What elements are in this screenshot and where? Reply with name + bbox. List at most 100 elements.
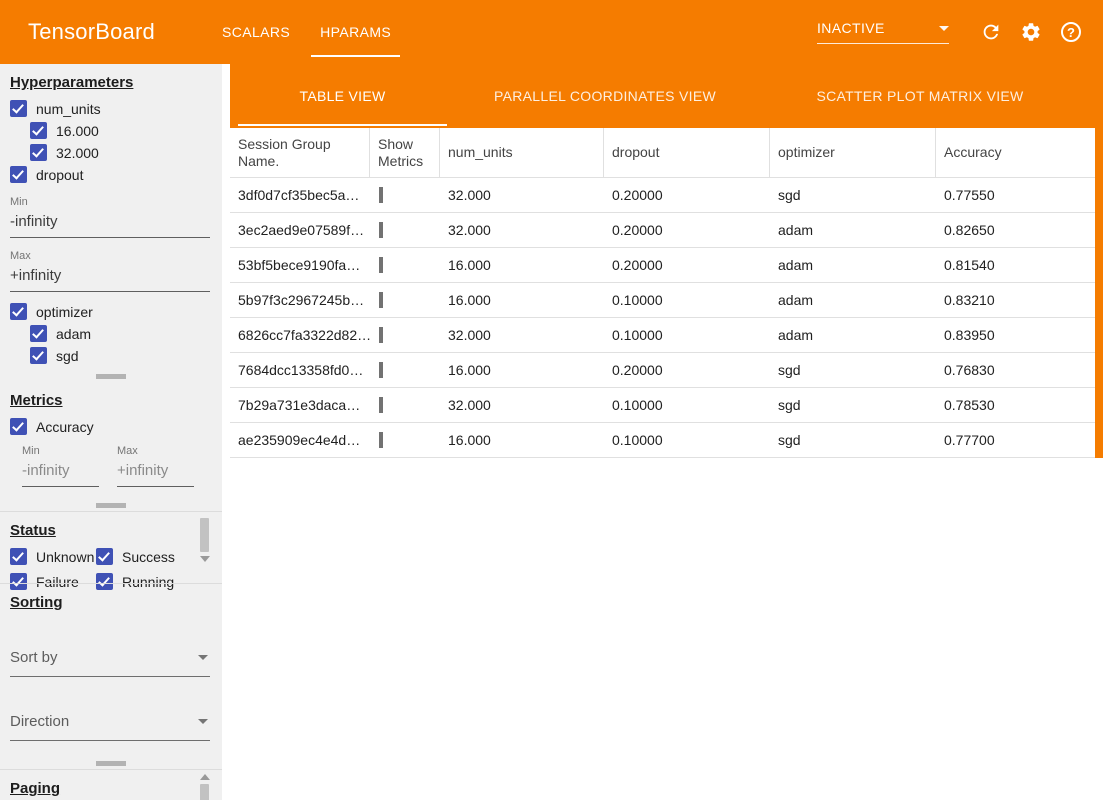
checkbox-status-unknown[interactable]: Unknown xyxy=(10,547,96,566)
checkbox-optimizer-sgd[interactable]: sgd xyxy=(30,346,212,365)
checkbox-num-units-32[interactable]: 32.000 xyxy=(30,143,212,162)
gear-icon[interactable] xyxy=(1019,20,1043,44)
dropout-min-input[interactable] xyxy=(10,208,210,238)
accuracy-label: Accuracy xyxy=(36,419,94,435)
show-metrics-checkbox[interactable] xyxy=(379,292,383,308)
checkbox-status-success[interactable]: Success xyxy=(96,547,202,566)
checkbox-dropout[interactable]: dropout xyxy=(10,165,212,184)
cell-show-metrics xyxy=(370,362,440,378)
cell-show-metrics xyxy=(370,222,440,238)
checkbox-optimizer-adam[interactable]: adam xyxy=(30,324,212,343)
table-row: 6826cc7fa3322d82… 32.000 0.10000 adam 0.… xyxy=(230,318,1095,353)
column-header-num-units[interactable]: num_units xyxy=(440,128,604,177)
cell-session-group-name: ae235909ec4e4d… xyxy=(230,432,370,448)
column-header-dropout[interactable]: dropout xyxy=(604,128,770,177)
cell-accuracy: 0.83210 xyxy=(936,292,1095,308)
show-metrics-checkbox[interactable] xyxy=(379,362,383,378)
metric-min-input[interactable] xyxy=(22,457,99,487)
checkbox-accuracy[interactable]: Accuracy xyxy=(10,417,212,436)
checkbox-checked-icon xyxy=(96,548,113,565)
cell-num-units: 16.000 xyxy=(440,362,604,378)
cell-session-group-name: 7684dcc13358fd0… xyxy=(230,362,370,378)
column-header-accuracy[interactable]: Accuracy xyxy=(936,128,1095,177)
cell-dropout: 0.20000 xyxy=(604,187,770,203)
metric-min-label: Min xyxy=(22,445,99,457)
run-status-dropdown[interactable]: INACTIVE xyxy=(817,20,949,44)
checkbox-num-units[interactable]: num_units xyxy=(10,99,212,118)
hyperparameters-heading: Hyperparameters xyxy=(10,74,212,91)
cell-dropout: 0.20000 xyxy=(604,222,770,238)
cell-dropout: 0.10000 xyxy=(604,432,770,448)
table-row: 7b29a731e3daca… 32.000 0.10000 sgd 0.785… xyxy=(230,388,1095,423)
section-resize-handle[interactable] xyxy=(0,757,222,769)
show-metrics-checkbox[interactable] xyxy=(379,432,383,448)
cell-session-group-name: 7b29a731e3daca… xyxy=(230,397,370,413)
scroll-up-icon[interactable] xyxy=(200,774,210,780)
tab-hparams[interactable]: HPARAMS xyxy=(305,0,406,64)
app-title: TensorBoard xyxy=(28,19,155,45)
view-tab-parallel-label: PARALLEL COORDINATES VIEW xyxy=(494,88,716,104)
checkbox-num-units-16[interactable]: 16.000 xyxy=(30,121,212,140)
cell-optimizer: adam xyxy=(770,327,936,343)
drag-handle-icon[interactable] xyxy=(96,761,126,766)
cell-optimizer: adam xyxy=(770,222,936,238)
optimizer-adam-label: adam xyxy=(56,326,91,342)
cell-show-metrics xyxy=(370,257,440,273)
drag-handle-icon[interactable] xyxy=(96,503,126,508)
metric-range-row: Min Max xyxy=(22,439,212,487)
paging-scrollbar[interactable] xyxy=(200,774,209,800)
dropout-label: dropout xyxy=(36,167,83,183)
view-tab-scatter-matrix[interactable]: SCATTER PLOT MATRIX VIEW xyxy=(755,64,1085,128)
checkbox-optimizer[interactable]: optimizer xyxy=(10,302,212,321)
checkbox-checked-icon xyxy=(10,303,27,320)
column-header-optimizer[interactable]: optimizer xyxy=(770,128,936,177)
refresh-icon[interactable] xyxy=(979,20,1003,44)
view-tab-parallel-coordinates[interactable]: PARALLEL COORDINATES VIEW xyxy=(455,64,755,128)
sort-by-dropdown[interactable]: Sort by xyxy=(10,643,210,677)
cell-optimizer: sgd xyxy=(770,362,936,378)
show-metrics-checkbox[interactable] xyxy=(379,187,383,203)
section-metrics: Metrics Accuracy Min Max xyxy=(0,382,222,499)
view-tab-table[interactable]: TABLE VIEW xyxy=(230,64,455,128)
metrics-heading: Metrics xyxy=(10,392,212,409)
scroll-down-icon[interactable] xyxy=(200,556,210,562)
show-metrics-checkbox[interactable] xyxy=(379,257,383,273)
status-heading: Status xyxy=(10,522,212,539)
drag-handle-icon[interactable] xyxy=(96,374,126,379)
metric-max-input[interactable] xyxy=(117,457,194,487)
cell-num-units: 32.000 xyxy=(440,222,604,238)
scrollbar-thumb[interactable] xyxy=(200,784,209,800)
column-header-show-metrics[interactable]: Show Metrics xyxy=(370,128,440,177)
section-sorting: Sorting Sort by Direction xyxy=(0,583,222,757)
help-icon[interactable] xyxy=(1059,20,1083,44)
tab-scalars[interactable]: SCALARS xyxy=(207,0,305,64)
direction-dropdown[interactable]: Direction xyxy=(10,707,210,741)
hparams-main-pane: TABLE VIEW PARALLEL COORDINATES VIEW SCA… xyxy=(230,64,1103,800)
cell-dropout: 0.10000 xyxy=(604,397,770,413)
cell-accuracy: 0.83950 xyxy=(936,327,1095,343)
question-mark-icon xyxy=(1061,22,1081,42)
num-units-16-label: 16.000 xyxy=(56,123,99,139)
optimizer-label: optimizer xyxy=(36,304,93,320)
checkbox-checked-icon xyxy=(10,166,27,183)
section-resize-handle[interactable] xyxy=(0,499,222,511)
direction-value: Direction xyxy=(10,713,69,730)
cell-num-units: 16.000 xyxy=(440,257,604,273)
show-metrics-checkbox[interactable] xyxy=(379,397,383,413)
cell-optimizer: sgd xyxy=(770,187,936,203)
section-resize-handle[interactable] xyxy=(0,370,222,382)
num-units-32-label: 32.000 xyxy=(56,145,99,161)
optimizer-sgd-label: sgd xyxy=(56,348,79,364)
column-header-session-group-name[interactable]: Session Group Name. xyxy=(230,128,370,177)
show-metrics-checkbox[interactable] xyxy=(379,327,383,343)
checkbox-checked-icon xyxy=(30,325,47,342)
scrollbar-thumb[interactable] xyxy=(200,518,209,552)
show-metrics-checkbox[interactable] xyxy=(379,222,383,238)
dropout-max-input[interactable] xyxy=(10,262,210,292)
cell-show-metrics xyxy=(370,187,440,203)
paging-heading: Paging xyxy=(10,780,212,797)
chevron-down-icon xyxy=(198,655,208,660)
section-status: Status Unknown Success Failure Running xyxy=(0,511,222,583)
cell-optimizer: sgd xyxy=(770,397,936,413)
status-scrollbar[interactable] xyxy=(200,518,209,562)
